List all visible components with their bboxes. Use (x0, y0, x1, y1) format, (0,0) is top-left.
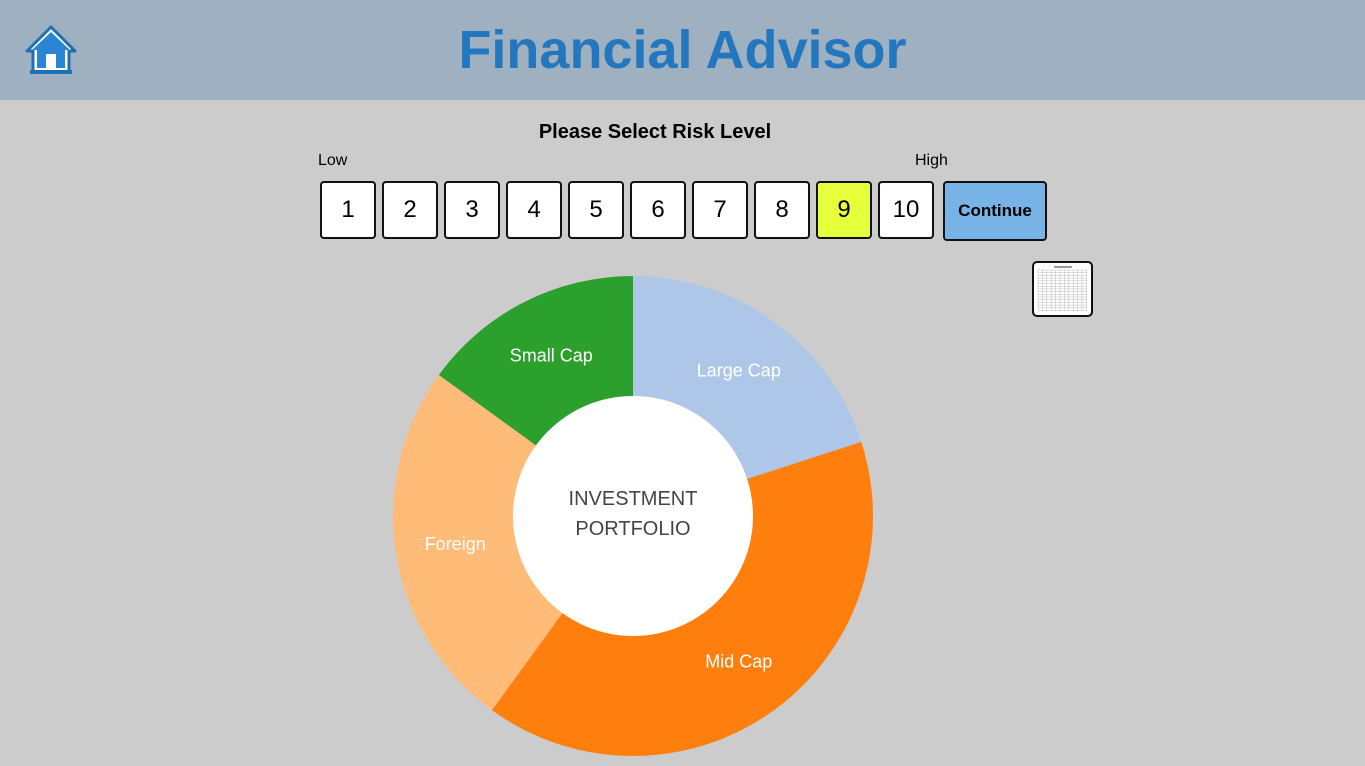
risk-level-9-button[interactable]: 9 (816, 181, 872, 239)
risk-low-label: Low (318, 152, 348, 169)
app-header: Financial Advisor (0, 0, 1365, 100)
risk-level-1-button[interactable]: 1 (320, 181, 376, 239)
risk-level-8-button[interactable]: 8 (754, 181, 810, 239)
risk-level-heading: Please Select Risk Level (538, 121, 772, 143)
continue-button[interactable]: Continue (943, 181, 1047, 241)
risk-level-2-button[interactable]: 2 (382, 181, 438, 239)
risk-high-label: High (915, 152, 948, 169)
risk-level-5-button[interactable]: 5 (568, 181, 624, 239)
risk-level-10-button[interactable]: 10 (878, 181, 934, 239)
risk-level-6-button[interactable]: 6 (630, 181, 686, 239)
spreadsheet-thumbnail-icon (1037, 265, 1088, 313)
spreadsheet-thumbnail-button[interactable] (1032, 261, 1093, 317)
risk-level-7-button[interactable]: 7 (692, 181, 748, 239)
risk-level-3-button[interactable]: 3 (444, 181, 500, 239)
investment-portfolio-chart: INVESTMENT PORTFOLIO Large CapMid CapFor… (393, 276, 873, 757)
app-title: Financial Advisor (458, 20, 907, 80)
risk-level-4-button[interactable]: 4 (506, 181, 562, 239)
